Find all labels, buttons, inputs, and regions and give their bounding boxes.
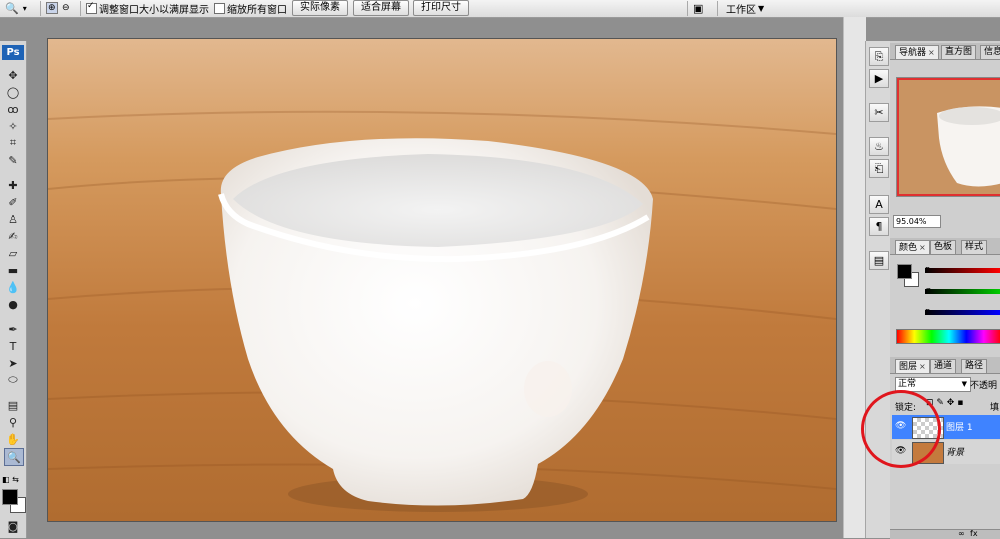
tab-paths[interactable]: 路径 [961, 359, 988, 373]
options-bar: 🔍▾ ⊕ ⊖ 调整窗口大小以满屏显示 缩放所有窗口 实际像素 适合屏幕 打印尺寸… [0, 0, 1000, 18]
zoom-in-icon: ⊕ [46, 2, 58, 14]
fx-icon[interactable]: fx [970, 529, 978, 538]
blend-mode-value: 正常 [898, 379, 917, 389]
eraser-tool-icon[interactable]: ▱ [4, 245, 22, 261]
tab-channels[interactable]: 通道 [930, 359, 957, 373]
channel-g-slider[interactable] [925, 289, 1000, 294]
zoom-out-button[interactable]: ⊖ [62, 1, 70, 15]
checkbox-checked[interactable] [86, 1, 97, 14]
document-canvas[interactable] [47, 38, 837, 522]
notes-tool-icon[interactable]: ▤ [4, 397, 22, 413]
tab-styles[interactable]: 样式 [961, 240, 988, 254]
tab-navigator-label: 导航器 [899, 48, 927, 58]
shape-tool-icon[interactable]: ⬭ [4, 372, 22, 388]
crop-tool-icon[interactable]: ⌗ [4, 135, 22, 151]
close-icon[interactable]: × [919, 362, 926, 371]
quick-mask-icon[interactable]: ◙ [4, 518, 22, 534]
layer-name: 背景 [946, 448, 965, 458]
magic-wand-tool-icon[interactable]: ✧ [4, 118, 22, 134]
close-icon[interactable]: × [919, 243, 926, 252]
zoom-tool-preset[interactable]: 🔍 ▾ [5, 1, 27, 15]
channel-r-slider[interactable] [925, 268, 1000, 273]
tab-swatches[interactable]: 色板 [930, 240, 957, 254]
brushes-panel-icon[interactable]: ♨ [869, 137, 889, 156]
color-tabs: 颜色 × 色板 样式 [890, 238, 1000, 255]
color-fg-swatch[interactable] [897, 264, 912, 279]
character-panel-icon[interactable]: A [869, 195, 889, 214]
tab-info[interactable]: 信息 [980, 45, 1000, 59]
magnifier-icon: 🔍 [5, 1, 19, 15]
link-layers-icon[interactable]: ∞ [958, 529, 965, 538]
history-panel-icon[interactable]: ⎘ [869, 47, 889, 66]
slice-tool-icon[interactable]: ✎ [4, 152, 22, 168]
pen-tool-icon[interactable]: ✒ [4, 321, 22, 337]
fit-screen-button[interactable]: 适合屏幕 [353, 0, 409, 16]
tab-color[interactable]: 颜色 × [895, 240, 930, 254]
navigator-tabs: 导航器 × 直方图 信息 [890, 43, 1000, 60]
type-tool-icon[interactable]: T [4, 338, 22, 354]
tab-layers[interactable]: 图层 × [895, 359, 930, 373]
print-size-button[interactable]: 打印尺寸 [413, 0, 469, 16]
tab-navigator[interactable]: 导航器 × [895, 45, 939, 59]
tab-layers-label: 图层 [899, 362, 918, 372]
tool-presets-icon[interactable]: ✂ [869, 103, 889, 122]
color-spectrum-bar[interactable] [896, 329, 1000, 344]
move-tool-icon[interactable]: ✥ [4, 67, 22, 83]
palette-well-icon: ▣ [693, 1, 704, 15]
default-colors-icon[interactable]: ◧ ⇆ [2, 475, 19, 484]
zoom-all-label: 缩放所有窗口 [227, 4, 287, 16]
checkbox-unchecked[interactable] [214, 2, 225, 14]
zoom-out-icon: ⊖ [62, 3, 70, 13]
actions-panel-icon[interactable]: ▶ [869, 69, 889, 88]
triangle-down-icon: ▼ [758, 3, 765, 13]
workspace-label: 工作区 [726, 4, 756, 16]
clone-stamp-tool-icon[interactable]: ♙ [4, 211, 22, 227]
fit-window-checkbox[interactable]: 调整窗口大小以满屏显示 [86, 1, 209, 16]
zoom-in-button[interactable]: ⊕ [46, 1, 58, 15]
tab-histogram[interactable]: 直方图 [941, 45, 977, 59]
photoshop-logo[interactable]: Ps [2, 45, 24, 60]
toolbox: Ps ✥ ◯ ꝏ ✧ ⌗ ✎ ✚ ✐ ♙ ✍ ▱ ▬ 💧 ● ✒ T ➤ ⬭ ▤… [0, 41, 27, 538]
fill-label: 填 [990, 403, 1000, 413]
foreground-color-swatch[interactable] [2, 489, 18, 505]
fit-window-label: 调整窗口大小以满屏显示 [99, 4, 209, 16]
paragraph-panel-icon[interactable]: ¶ [869, 217, 889, 236]
brush-tool-icon[interactable]: ✐ [4, 194, 22, 210]
dock-toggle-button[interactable]: ▣ [693, 1, 703, 15]
marquee-tool-icon[interactable]: ◯ [4, 84, 22, 100]
layer-comps-icon[interactable]: ▤ [869, 251, 889, 270]
tab-color-label: 颜色 [899, 243, 918, 253]
actual-pixels-button[interactable]: 实际像素 [292, 0, 348, 16]
cup-photo [48, 39, 836, 521]
dodge-tool-icon[interactable]: ● [4, 296, 22, 312]
workspace-menu[interactable]: 工作区 ▼ [726, 1, 765, 16]
opacity-label: 不透明 [970, 381, 998, 391]
channel-b-slider[interactable] [925, 310, 1000, 315]
chevron-down-icon: ▾ [22, 3, 27, 13]
history-brush-tool-icon[interactable]: ✍ [4, 228, 22, 244]
navigator-zoom-field[interactable]: 95.04% [893, 215, 941, 228]
clone-source-icon[interactable]: ⎗ [869, 159, 889, 178]
zoom-all-checkbox[interactable]: 缩放所有窗口 [214, 1, 287, 16]
healing-brush-tool-icon[interactable]: ✚ [4, 177, 22, 193]
layers-tabs: 图层 × 通道 路径 [890, 357, 1000, 374]
gradient-tool-icon[interactable]: ▬ [4, 262, 22, 278]
close-icon[interactable]: × [928, 48, 935, 57]
eyedropper-tool-icon[interactable]: ⚲ [4, 414, 22, 430]
collapsed-dock-strip [843, 17, 866, 538]
zoom-tool-icon[interactable]: 🔍 [4, 448, 24, 466]
navigator-view-box[interactable] [897, 78, 1000, 196]
lasso-tool-icon[interactable]: ꝏ [4, 101, 22, 117]
layer-name: 图层 1 [946, 423, 973, 433]
blur-tool-icon[interactable]: 💧 [4, 279, 22, 295]
path-selection-tool-icon[interactable]: ➤ [4, 355, 22, 371]
chevron-down-icon: ▼ [961, 380, 967, 388]
annotation-red-circle [861, 390, 941, 468]
hand-tool-icon[interactable]: ✋ [4, 431, 22, 447]
